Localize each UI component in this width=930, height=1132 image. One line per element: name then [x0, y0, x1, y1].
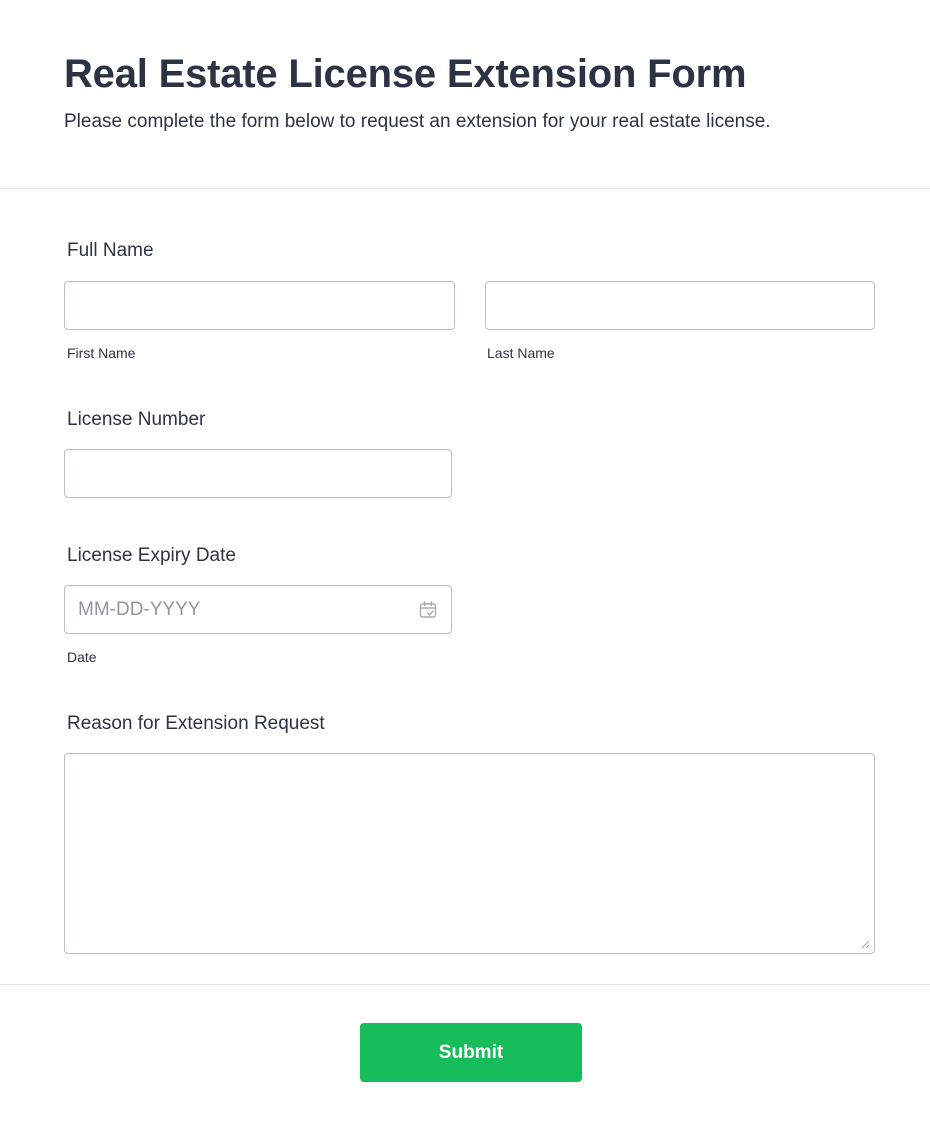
reason-label: Reason for Extension Request	[67, 713, 325, 734]
last-name-input[interactable]	[485, 281, 875, 330]
submit-button[interactable]: Submit	[360, 1023, 582, 1082]
first-name-sublabel: First Name	[67, 345, 136, 361]
license-number-input[interactable]	[64, 449, 452, 498]
page-title: Real Estate License Extension Form	[64, 52, 747, 96]
license-number-label: License Number	[67, 409, 206, 430]
footer-divider	[0, 984, 930, 985]
license-expiry-label: License Expiry Date	[67, 545, 236, 566]
full-name-label: Full Name	[67, 240, 154, 261]
date-placeholder: MM-DD-YYYY	[78, 599, 201, 620]
calendar-icon[interactable]	[418, 600, 438, 620]
license-expiry-date-input[interactable]: MM-DD-YYYY	[64, 585, 452, 634]
resize-handle-icon[interactable]	[860, 939, 870, 949]
form-header: Real Estate License Extension Form Pleas…	[0, 0, 930, 189]
page-subtitle: Please complete the form below to reques…	[64, 111, 771, 132]
date-sublabel: Date	[67, 649, 97, 665]
last-name-sublabel: Last Name	[487, 345, 555, 361]
first-name-input[interactable]	[64, 281, 455, 330]
reason-textarea[interactable]	[64, 753, 875, 954]
